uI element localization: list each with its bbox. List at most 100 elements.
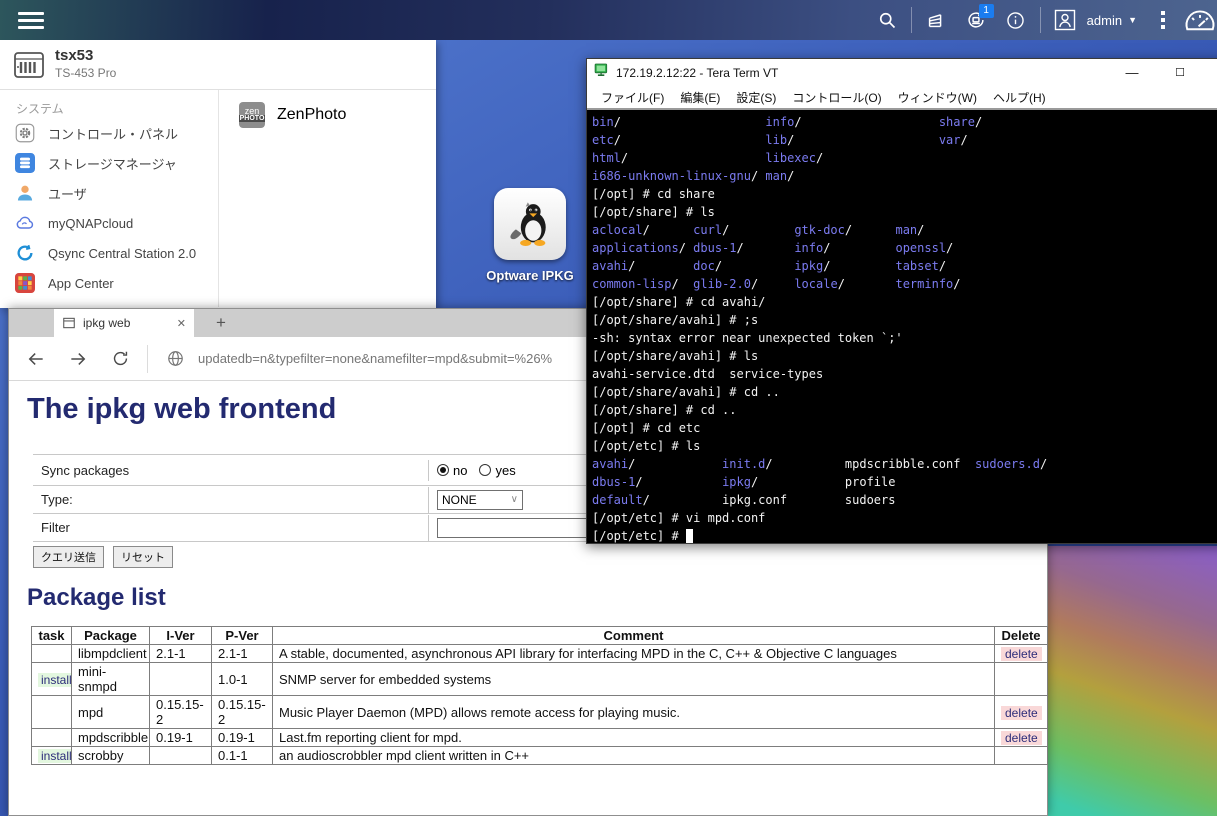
terminal-line: aclocal/ curl/ gtk-doc/ man/ (592, 223, 925, 237)
col-header-task: task (31, 626, 72, 645)
minimize-button[interactable]: — (1115, 59, 1149, 86)
col-header-delete: Delete (994, 626, 1048, 645)
sidebar-item-gear[interactable]: コントロール・パネル (0, 118, 218, 148)
sidebar-item-zenphoto[interactable]: zen PHOTO ZenPhoto (219, 100, 436, 130)
table-row: libmpdclient 2.1-1 2.1-1 A stable, document… (31, 644, 1048, 663)
sync-packages-label: Sync packages (41, 462, 130, 478)
zenphoto-icon: zen PHOTO (238, 102, 266, 128)
install-link[interactable]: install (38, 749, 71, 763)
user-account-icon[interactable] (1045, 0, 1085, 40)
package-name: scrobby (71, 746, 150, 765)
device-header: tsx53 TS-453 Pro (0, 40, 436, 90)
radio-yes-label: yes (495, 462, 516, 478)
package-table: task Package I-Ver P-Ver Comment Delete … (31, 626, 1048, 765)
window-title: 172.19.2.12:22 - Tera Term VT (616, 65, 779, 80)
tux-penguin-icon (494, 188, 566, 260)
desktop-shortcut-optware-ipkg[interactable]: Optware IPKG (474, 188, 586, 283)
search-icon[interactable] (867, 0, 907, 40)
device-name: tsx53 (55, 47, 94, 64)
provided-version: 2.1-1 (211, 644, 273, 663)
info-icon[interactable] (996, 0, 1036, 40)
user-name: admin (1086, 12, 1123, 28)
menu-item[interactable]: 設定(S) (728, 89, 784, 106)
close-button[interactable]: ✕ (1211, 59, 1217, 86)
type-select[interactable]: NONE ∨ (437, 489, 523, 510)
col-header-package: Package (71, 626, 150, 645)
teraterm-titlebar[interactable]: 172.19.2.12:22 - Tera Term VT — ☐ ✕ (587, 59, 1217, 86)
package-comment: Music Player Daemon (MPD) allows remote … (272, 695, 995, 729)
terminal-line: -sh: syntax error near unexpected token … (592, 331, 903, 345)
menu-item[interactable]: ヘルプ(H) (985, 89, 1054, 106)
forward-icon[interactable] (63, 344, 93, 374)
col-header-comment: Comment (272, 626, 995, 645)
sidebar-item-label: App Center (48, 275, 114, 291)
nas-device-icon (13, 51, 45, 84)
topbar-divider (1039, 7, 1041, 33)
terminal-line: [/opt/share/avahi] # ls (592, 349, 759, 363)
delete-link[interactable]: delete (1001, 705, 1042, 720)
package-comment: an audioscrobbler mpd client written in … (272, 746, 995, 765)
sidebar-item-storage[interactable]: ストレージマネージャ (0, 148, 218, 178)
toolbar-divider (147, 344, 148, 373)
sidebar-item-qsync[interactable]: Qsync Central Station 2.0 (0, 238, 218, 268)
delete-link[interactable]: delete (1001, 647, 1042, 661)
user-menu[interactable]: admin ▼ (1087, 13, 1137, 28)
type-select-value: NONE (442, 492, 477, 507)
terminal-line: [/opt/etc] # ls (592, 439, 701, 453)
user-icon (14, 182, 36, 204)
filter-label: Filter (41, 520, 70, 535)
filter-input[interactable] (437, 517, 609, 538)
maximize-button[interactable]: ☐ (1163, 59, 1197, 86)
terminal-line: [/opt/etc] # (592, 527, 1217, 545)
terminal-line: etc/ lib/ var/ (592, 133, 968, 147)
terminal-line: [/opt] # cd etc (592, 421, 701, 435)
terminal-line: [/opt/share/avahi] # ;s (592, 313, 759, 327)
tab-close-icon[interactable]: ✕ (177, 317, 186, 330)
terminal-line: avahi-service.dtd service-types (592, 367, 824, 381)
sidebar-item-user[interactable]: ユーザ (0, 178, 218, 208)
provided-version: 0.19-1 (211, 728, 273, 747)
address-bar[interactable]: updatedb=n&typefilter=none&namefilter=mp… (198, 351, 552, 366)
refresh-icon[interactable] (105, 344, 135, 374)
provided-version: 0.1-1 (211, 746, 273, 765)
more-options-icon[interactable] (1143, 0, 1183, 40)
background-tasks-icon[interactable] (916, 0, 956, 40)
section-label-system: システム (16, 102, 64, 116)
sidebar-item-list: コントロール・パネル ストレージマネージャ ユーザ myQNAPcloud Qsync … (0, 118, 218, 298)
terminal-line: [/opt] # cd share (592, 187, 715, 201)
installed-version: 0.15.15-2 (149, 695, 212, 729)
radio-sync-no[interactable] (437, 464, 449, 476)
delete-link[interactable]: delete (1001, 731, 1042, 745)
teraterm-window: 172.19.2.12:22 - Tera Term VT — ☐ ✕ ファイル… (586, 58, 1217, 544)
menu-item[interactable]: 編集(E) (672, 89, 728, 106)
sidebar-item-appcenter[interactable]: App Center (0, 268, 218, 298)
terminal-line: [/opt/share/avahi] # cd .. (592, 385, 780, 399)
reset-button[interactable]: リセット (113, 546, 173, 568)
terminal-line: avahi/ init.d/ mpdscribble.conf sudoers.… (592, 457, 1048, 471)
install-link[interactable]: install (38, 672, 71, 687)
terminal-line: default/ ipkg.conf sudoers (592, 493, 896, 507)
chevron-down-icon: ∨ (510, 494, 518, 505)
tab-page-icon (63, 317, 75, 329)
dashboard-gauge-icon[interactable] (1183, 0, 1217, 40)
notifications-sync-icon[interactable]: 1 (956, 0, 996, 40)
submit-query-button[interactable]: クエリ送信 (33, 546, 104, 568)
sidebar-item-cloud[interactable]: myQNAPcloud (0, 208, 218, 238)
browser-tab[interactable]: ipkg web ✕ (54, 309, 194, 337)
back-icon[interactable] (21, 344, 51, 374)
terminal-line: avahi/ doc/ ipkg/ tabset/ (592, 259, 947, 273)
notification-badge: 1 (978, 4, 994, 18)
terminal-screen[interactable]: bin/ info/ share/etc/ lib/ var/html/ lib… (587, 110, 1217, 543)
teraterm-app-icon (593, 62, 610, 83)
terminal-line: common-lisp/ glib-2.0/ locale/ terminfo/ (592, 277, 961, 291)
package-name: mpdscribble (71, 728, 150, 747)
new-tab-button[interactable]: + (207, 309, 235, 337)
desktop: 1 admin ▼ tsx53 TS-453 Pro システム コントロール・パ… (0, 0, 1217, 816)
menu-item[interactable]: コントロール(O) (784, 89, 889, 106)
menu-item[interactable]: ウィンドウ(W) (890, 89, 985, 106)
terminal-line: dbus-1/ ipkg/ profile (592, 475, 896, 489)
radio-sync-yes[interactable] (479, 464, 492, 476)
menu-item[interactable]: ファイル(F) (593, 89, 672, 106)
package-comment: SNMP server for embedded systems (272, 662, 995, 696)
main-menu-button[interactable] (18, 9, 48, 31)
